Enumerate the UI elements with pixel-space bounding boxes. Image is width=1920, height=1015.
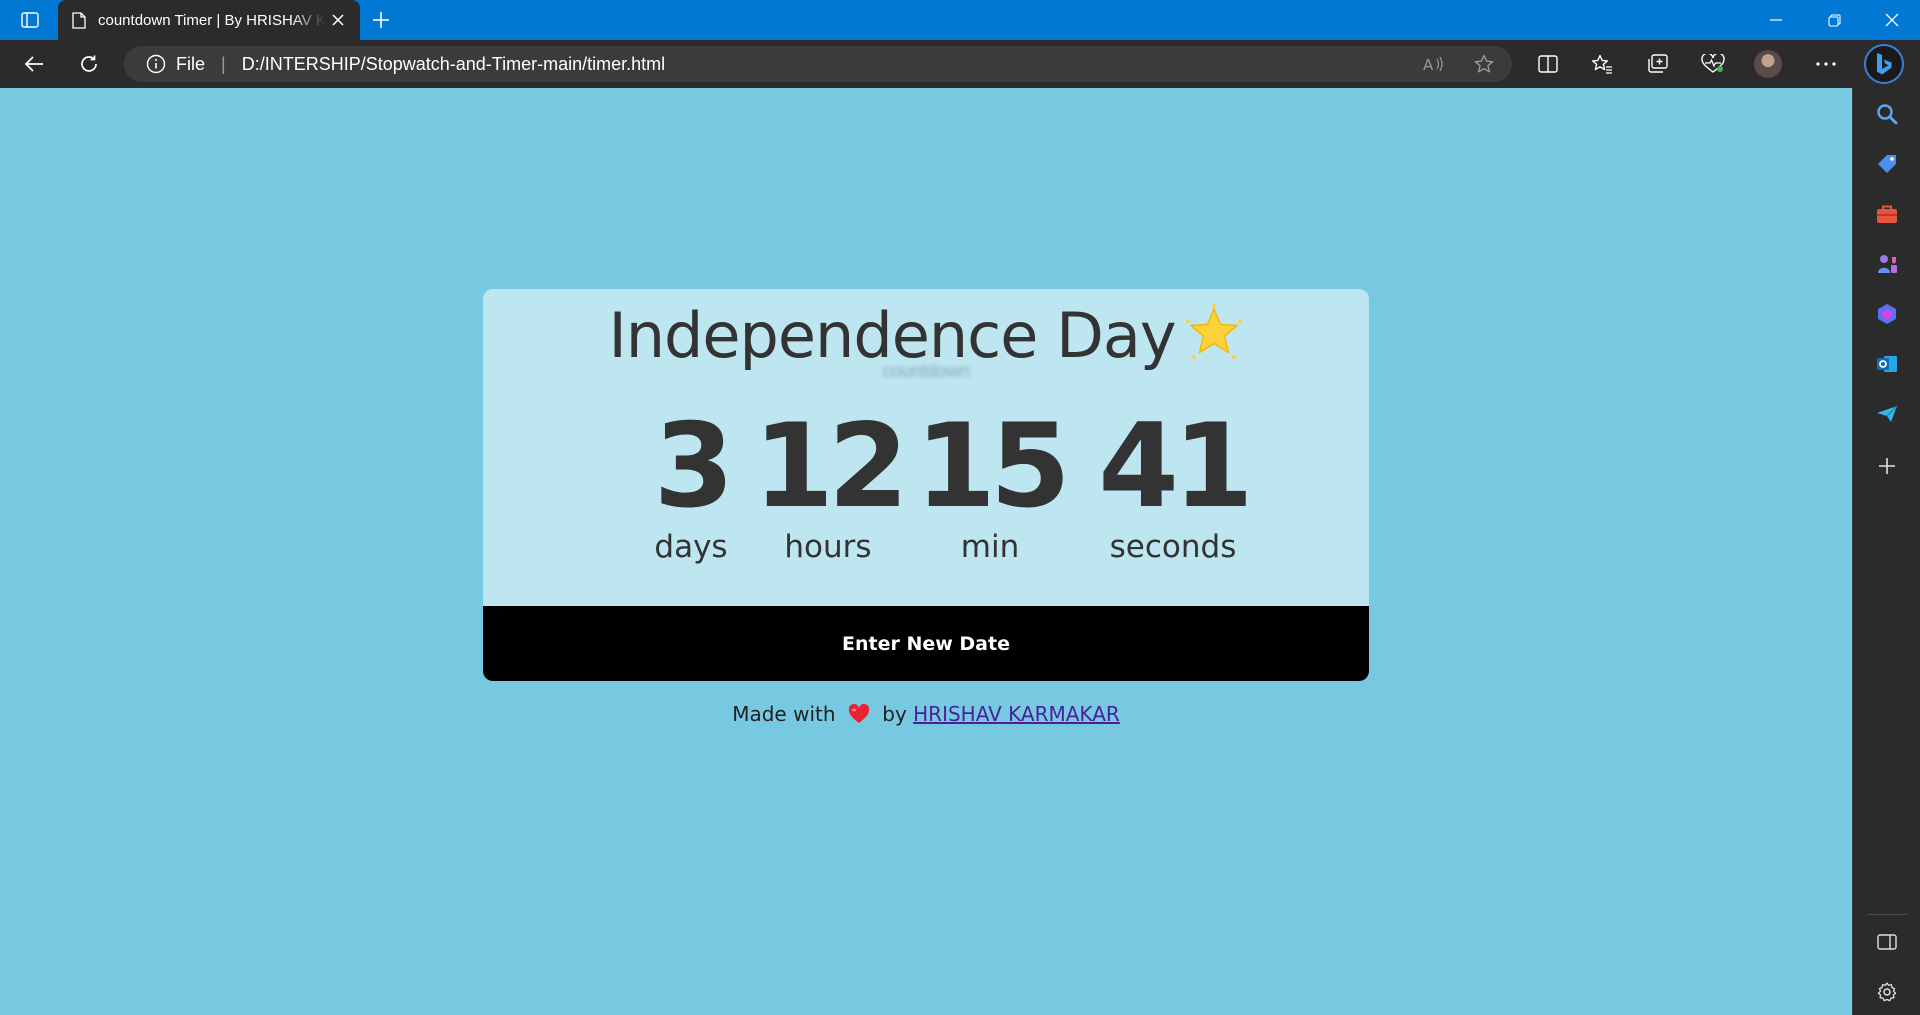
subtitle: countdown (882, 361, 970, 381)
title-bar: countdown Timer | By HRISHAV KARMAKAR (0, 0, 1920, 40)
browser-essentials-button[interactable] (1695, 46, 1731, 82)
sidebar-add[interactable] (1869, 448, 1905, 484)
back-button[interactable] (16, 46, 52, 82)
days-value: 3 (653, 399, 735, 534)
restore-button[interactable] (1806, 0, 1862, 40)
hours-label: hours (784, 529, 872, 565)
seconds-label: seconds (1109, 529, 1237, 565)
refresh-button[interactable] (71, 46, 107, 82)
star-emoji-icon (1185, 304, 1242, 359)
sidebar-divider (1867, 914, 1907, 915)
footer-made-with: Made with (732, 702, 836, 726)
countdown-card: Independence Day countdown 3 days 12 hou… (483, 289, 1369, 681)
hours-block: 12 hours (753, 399, 908, 566)
sidebar-search[interactable] (1869, 96, 1905, 132)
refresh-icon (81, 55, 97, 72)
sidebar-shopping[interactable] (1869, 146, 1905, 182)
sidebar-tools[interactable] (1869, 196, 1905, 232)
hours-value: 12 (753, 399, 908, 534)
collections-button[interactable] (1640, 46, 1676, 82)
minutes-block: 15 min (915, 399, 1070, 566)
footer: Made with by HRISHAV KARMAKAR (0, 702, 1852, 726)
send-icon (1877, 405, 1898, 422)
collections-icon (1648, 54, 1668, 73)
url-text[interactable]: D:/INTERSHIP/Stopwatch-and-Timer-main/ti… (242, 54, 665, 75)
close-window-button[interactable] (1864, 0, 1920, 40)
info-icon[interactable] (146, 54, 166, 74)
split-screen-icon (1538, 55, 1558, 73)
restore-icon (1827, 13, 1841, 27)
browser-essentials-icon (1701, 54, 1725, 73)
close-tab-button[interactable] (326, 8, 350, 32)
page-icon (72, 11, 86, 29)
days-label: days (654, 529, 728, 565)
edge-sidebar (1852, 88, 1920, 1015)
heart-emoji-icon (848, 704, 869, 723)
avatar (1754, 50, 1782, 78)
address-bar[interactable]: File | D:/INTERSHIP/Stopwatch-and-Timer-… (124, 46, 1512, 82)
browser-toolbar: File | D:/INTERSHIP/Stopwatch-and-Timer-… (0, 40, 1920, 88)
sidebar-games[interactable] (1869, 246, 1905, 282)
days-block: 3 days (631, 399, 751, 566)
favorites-icon (1591, 54, 1612, 74)
new-tab-button[interactable] (366, 6, 396, 34)
bing-copilot-button[interactable] (1864, 44, 1904, 84)
sidebar-send[interactable] (1869, 396, 1905, 432)
close-icon (332, 14, 344, 26)
address-separator: | (221, 53, 226, 74)
tab-actions-button[interactable] (14, 8, 46, 32)
copilot-icon (1878, 304, 1896, 324)
more-options-button[interactable] (1808, 46, 1844, 82)
favorite-star-icon (1474, 54, 1494, 73)
seconds-block: 41 seconds (1083, 399, 1263, 566)
bing-icon (1877, 53, 1892, 75)
seconds-value: 41 (1098, 399, 1253, 534)
read-aloud-icon: A (1423, 56, 1443, 73)
games-icon (1878, 255, 1897, 273)
read-aloud-button[interactable]: A (1414, 46, 1454, 82)
author-link[interactable]: HRISHAV KARMAKAR (913, 702, 1120, 726)
minutes-value: 15 (915, 399, 1070, 534)
add-icon (1879, 458, 1895, 474)
svg-text:A: A (1423, 56, 1434, 73)
plus-icon (373, 12, 389, 28)
sidebar-copilot[interactable] (1869, 296, 1905, 332)
add-favorite-button[interactable] (1464, 46, 1504, 82)
sidebar-outlook[interactable] (1869, 346, 1905, 382)
settings-icon (1877, 982, 1897, 1002)
favorites-button[interactable] (1584, 46, 1620, 82)
minutes-label: min (960, 529, 1020, 565)
more-icon (1816, 62, 1836, 66)
enter-new-date-button[interactable]: Enter New Date (483, 606, 1369, 681)
minimize-icon (1770, 19, 1782, 21)
tab-actions-icon (21, 12, 39, 28)
active-tab[interactable]: countdown Timer | By HRISHAV KARMAKAR (58, 0, 360, 40)
shopping-icon (1878, 155, 1896, 173)
minimize-button[interactable] (1748, 0, 1804, 40)
sidebar-settings[interactable] (1869, 974, 1905, 1010)
outlook-icon (1877, 356, 1897, 372)
search-icon (1877, 104, 1898, 125)
footer-by: by (882, 702, 907, 726)
profile-button[interactable] (1750, 46, 1786, 82)
site-scheme-label[interactable]: File (176, 54, 205, 75)
close-icon (1885, 13, 1899, 27)
tab-title: countdown Timer | By HRISHAV KARMAKAR (98, 11, 326, 29)
tools-icon (1877, 205, 1897, 223)
back-icon (24, 56, 43, 72)
split-screen-button[interactable] (1530, 46, 1566, 82)
sidebar-hide-button[interactable] (1869, 924, 1905, 960)
sidebar-toggle-icon (1877, 934, 1897, 950)
